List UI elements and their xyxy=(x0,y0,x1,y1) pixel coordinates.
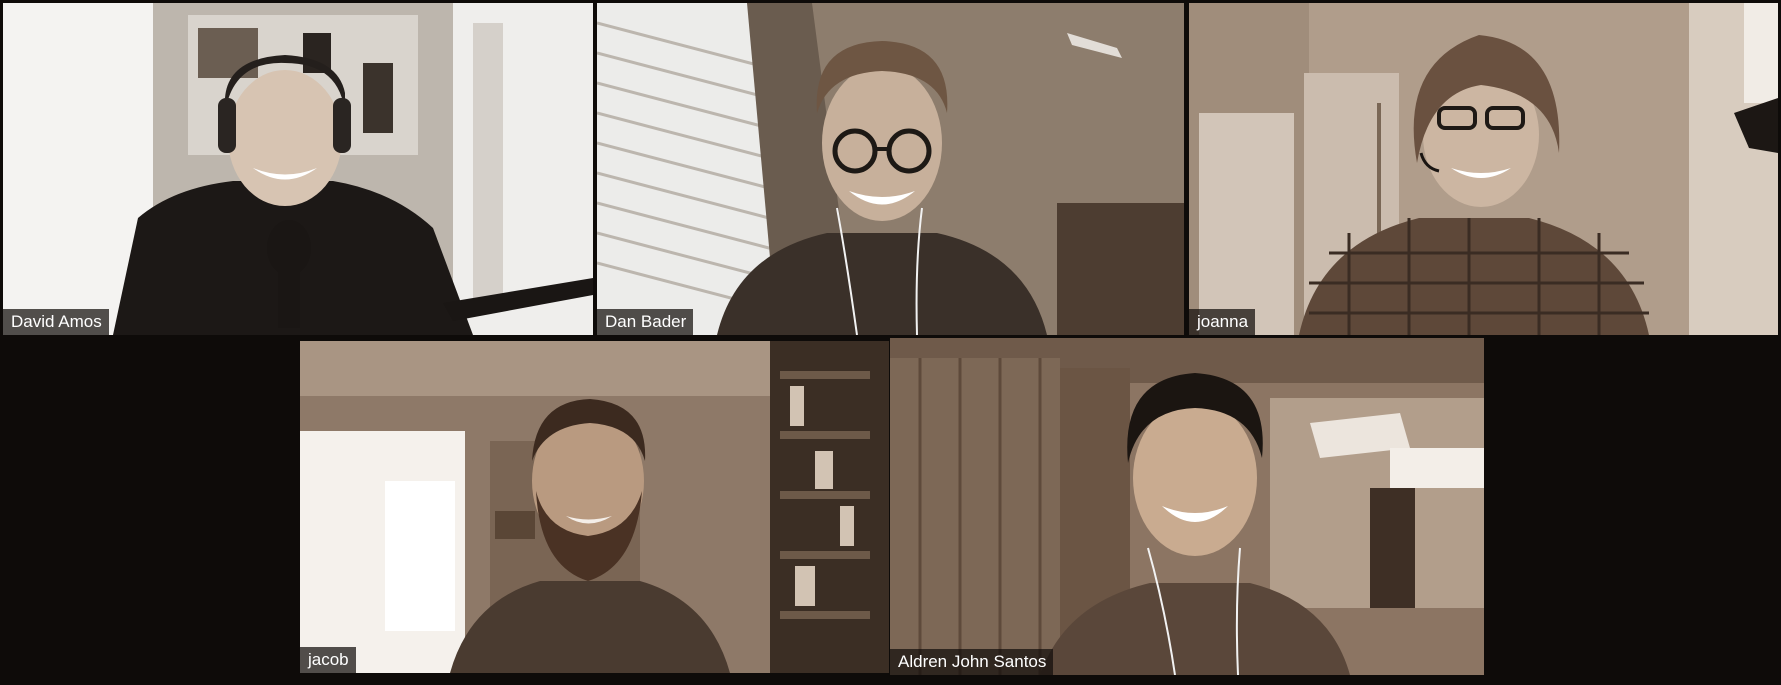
video-feed xyxy=(890,338,1484,675)
video-feed xyxy=(3,3,593,335)
video-feed xyxy=(300,341,889,673)
video-feed xyxy=(1189,3,1778,335)
video-tile-aldren-john-santos[interactable]: Aldren John Santos xyxy=(890,338,1484,675)
participant-name-label: joanna xyxy=(1189,309,1256,335)
participant-name-label: jacob xyxy=(300,647,356,673)
participant-name-label: Aldren John Santos xyxy=(890,649,1054,675)
video-gallery: David Amos Dan Bader joanna jacob Aldren… xyxy=(0,0,1781,685)
video-tile-joanna[interactable]: joanna xyxy=(1189,3,1778,335)
participant-name-label: Dan Bader xyxy=(597,309,694,335)
participant-name-label: David Amos xyxy=(3,309,109,335)
video-tile-david-amos[interactable]: David Amos xyxy=(3,3,593,335)
video-tile-jacob[interactable]: jacob xyxy=(300,341,889,673)
video-tile-dan-bader[interactable]: Dan Bader xyxy=(597,3,1184,335)
video-feed xyxy=(597,3,1184,335)
